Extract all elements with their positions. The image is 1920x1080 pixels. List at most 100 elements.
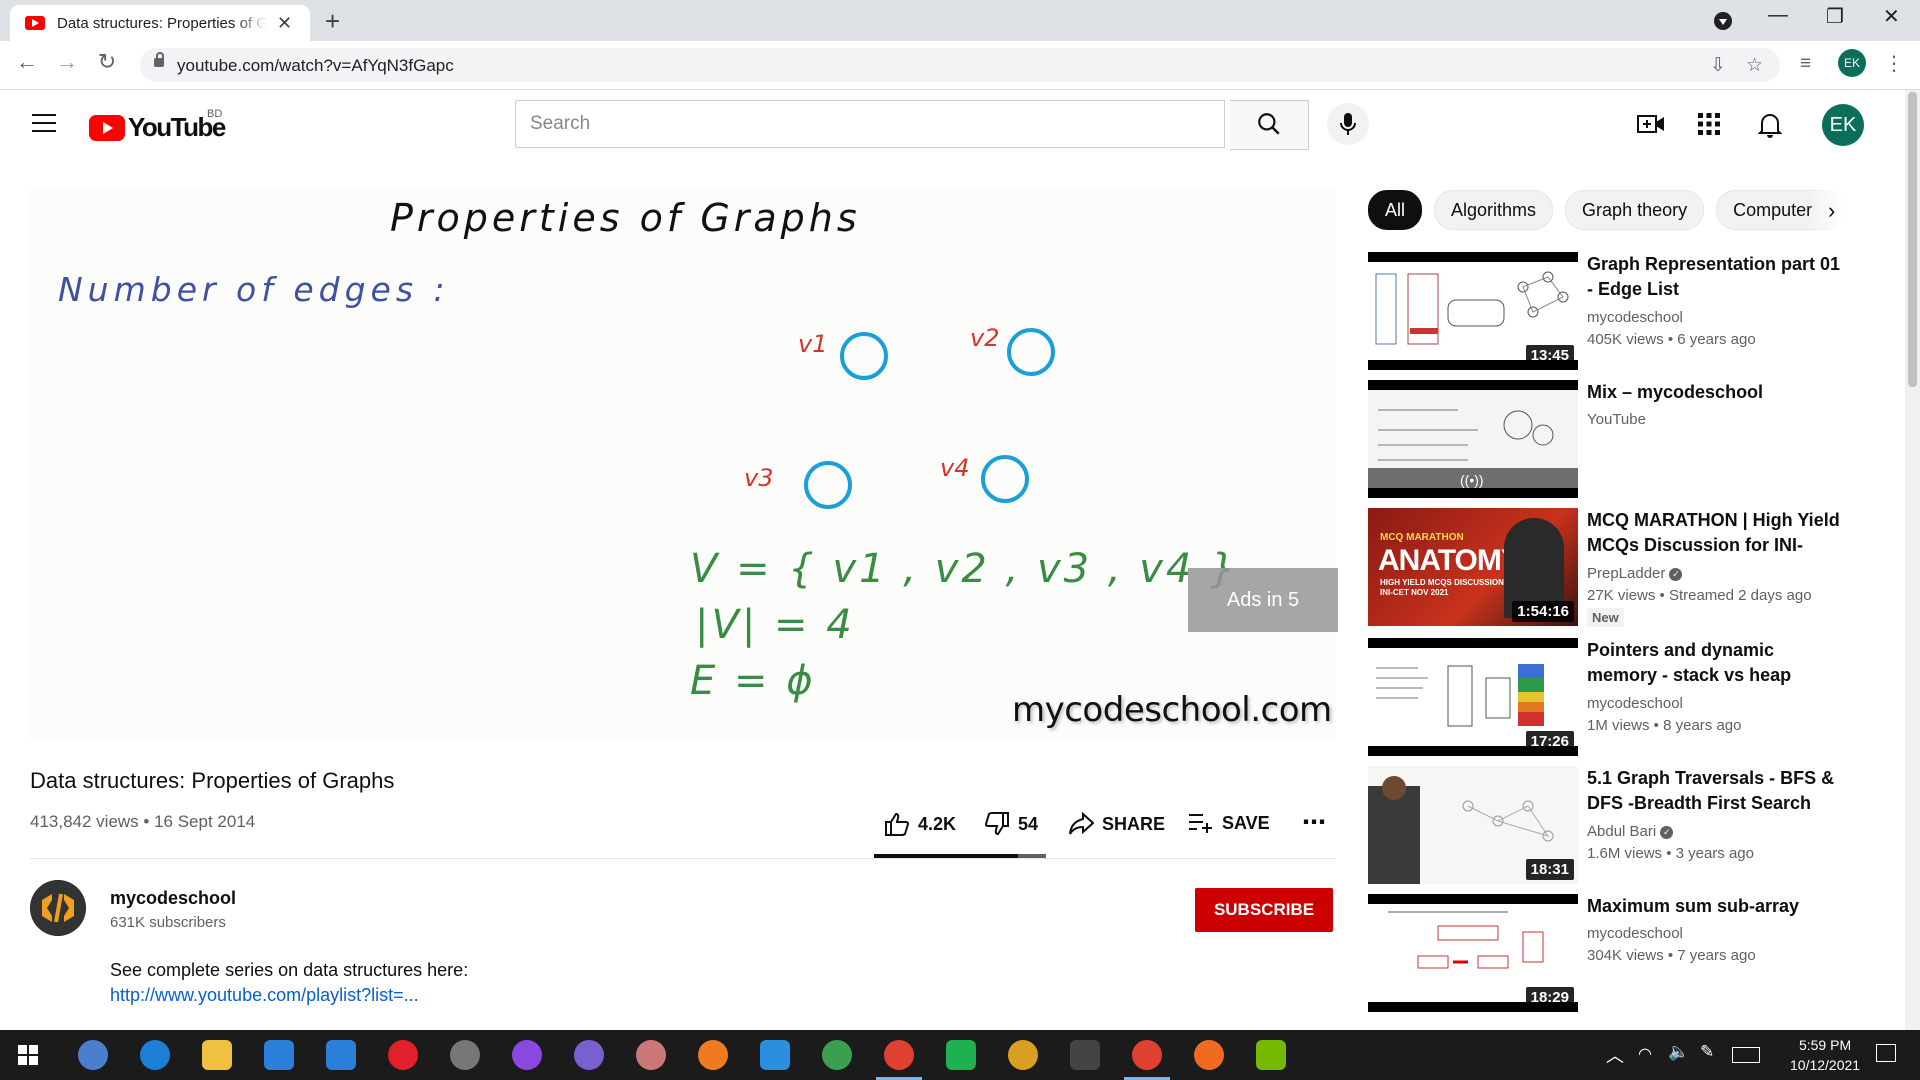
microsoft-store-icon[interactable] — [264, 1040, 294, 1070]
terminal-icon[interactable] — [1070, 1040, 1100, 1070]
chrome-profile-icon[interactable] — [1008, 1040, 1038, 1070]
recommendation-channel[interactable]: mycodeschool — [1587, 695, 1683, 712]
apps-grid-icon[interactable] — [1697, 112, 1721, 136]
video-thumbnail[interactable]: ((•)) — [1368, 380, 1578, 498]
tab-search-icon[interactable] — [1714, 12, 1732, 30]
recommendation-item[interactable]: ((•)) Mix – mycodeschool YouTube — [1368, 380, 1888, 498]
more-actions-icon[interactable]: ⋯ — [1302, 808, 1326, 837]
video-thumbnail[interactable]: 18:31 — [1368, 766, 1578, 884]
qbittorrent-icon[interactable] — [78, 1040, 108, 1070]
recommendation-title[interactable]: Mix – mycodeschool — [1587, 380, 1849, 405]
keyboard-icon[interactable] — [1732, 1047, 1760, 1063]
restore-icon[interactable]: ❐ — [1826, 4, 1844, 29]
wifi-icon[interactable]: ◠ — [1638, 1044, 1652, 1064]
notification-center-icon[interactable] — [1876, 1044, 1896, 1062]
new-tab-icon[interactable]: + — [325, 6, 340, 37]
tray-chevron-up-icon[interactable]: ︿ — [1606, 1042, 1624, 1068]
chip-computer[interactable]: Computer — [1716, 190, 1847, 230]
search-box[interactable] — [515, 100, 1225, 148]
recommendation-channel[interactable]: mycodeschool — [1587, 309, 1683, 326]
recommendation-item[interactable]: 17:26 Pointers and dynamic memory - stac… — [1368, 638, 1888, 756]
notifications-bell-icon[interactable] — [1758, 112, 1782, 138]
search-button[interactable] — [1230, 100, 1309, 150]
recommendation-channel[interactable]: mycodeschool — [1587, 925, 1683, 942]
recommendation-item[interactable]: 18:29 Maximum sum sub-array mycodeschool… — [1368, 894, 1888, 1012]
mail-icon[interactable] — [326, 1040, 356, 1070]
windows-start-icon[interactable] — [18, 1045, 38, 1065]
tab-close-icon[interactable]: ✕ — [277, 13, 292, 34]
description-playlist-link[interactable]: http://www.youtube.com/playlist?list=... — [110, 985, 419, 1006]
firefox-icon[interactable] — [698, 1040, 728, 1070]
nvidia-icon[interactable] — [1256, 1040, 1286, 1070]
postman-icon[interactable] — [1194, 1040, 1224, 1070]
search-input[interactable] — [516, 101, 1212, 147]
volume-icon[interactable]: 🔈 — [1668, 1042, 1689, 1062]
recommendation-title[interactable]: Pointers and dynamic memory - stack vs h… — [1587, 638, 1849, 688]
voice-search-button[interactable] — [1327, 103, 1369, 145]
system-clock[interactable]: 5:59 PM 10/12/2021 — [1790, 1035, 1860, 1075]
hamburger-menu-icon[interactable] — [32, 114, 56, 138]
vscode-icon[interactable] — [760, 1040, 790, 1070]
recommendation-item[interactable]: 13:45 Graph Representation part 01 - Edg… — [1368, 252, 1888, 370]
install-app-icon[interactable]: ⇩ — [1710, 54, 1726, 77]
save-button[interactable]: SAVE — [1188, 812, 1270, 834]
satellite-app-icon[interactable] — [450, 1040, 480, 1070]
recommendation-meta: 405K views • 6 years ago — [1587, 331, 1756, 348]
recommendation-channel[interactable]: Abdul Bari ✓ — [1587, 823, 1674, 840]
video-thumbnail[interactable]: 17:26 — [1368, 638, 1578, 756]
subscribe-button[interactable]: SUBSCRIBE — [1195, 888, 1333, 932]
video-player[interactable]: Properties of Graphs Number of edges : v… — [30, 188, 1336, 740]
page-scrollbar[interactable] — [1905, 90, 1920, 1030]
dislike-button[interactable]: 54 — [984, 812, 1038, 836]
recommendation-item[interactable]: MCQ MARATHON ANATOMY HIGH YIELD MCQS DIS… — [1368, 508, 1888, 627]
window-close-icon[interactable]: ✕ — [1883, 4, 1900, 29]
share-button[interactable]: SHARE — [1068, 812, 1165, 836]
back-arrow-icon[interactable]: ← — [13, 49, 41, 75]
recommendation-title[interactable]: MCQ MARATHON | High Yield MCQs Discussio… — [1587, 508, 1849, 558]
chip-algorithms[interactable]: Algorithms — [1434, 190, 1554, 230]
url-text[interactable]: youtube.com/watch?v=AfYqN3fGapc — [177, 56, 454, 76]
chrome-icon[interactable] — [884, 1040, 914, 1070]
bookmark-star-icon[interactable]: ☆ — [1746, 54, 1763, 77]
recommendation-title[interactable]: 5.1 Graph Traversals - BFS & DFS -Breadt… — [1587, 766, 1849, 816]
chrome-ek-icon[interactable] — [1132, 1040, 1162, 1070]
recommendation-channel[interactable]: YouTube — [1587, 411, 1646, 428]
browser-menu-icon[interactable]: ⋮ — [1884, 51, 1904, 76]
create-video-icon[interactable] — [1637, 112, 1665, 136]
pycharm-icon[interactable] — [946, 1040, 976, 1070]
video-duration: 18:29 — [1525, 987, 1574, 1008]
opera-icon[interactable] — [388, 1040, 418, 1070]
github-desktop-icon[interactable] — [574, 1040, 604, 1070]
chip-all[interactable]: All — [1368, 190, 1423, 230]
youtube-logo[interactable]: YouTube BD — [89, 108, 226, 143]
video-thumbnail[interactable]: 13:45 — [1368, 252, 1578, 370]
video-thumbnail[interactable]: MCQ MARATHON ANATOMY HIGH YIELD MCQS DIS… — [1368, 508, 1578, 626]
video-thumbnail[interactable]: 18:29 — [1368, 894, 1578, 1012]
chip-graph-theory[interactable]: Graph theory — [1565, 190, 1705, 230]
thumbs-up-icon — [885, 812, 910, 836]
media-control-icon[interactable]: ≡ — [1800, 53, 1811, 75]
reload-icon[interactable]: ↻ — [93, 49, 121, 75]
scrollbar-thumb[interactable] — [1908, 92, 1917, 387]
edge-browser-icon[interactable] — [140, 1040, 170, 1070]
chevron-right-icon[interactable]: › — [1828, 198, 1835, 224]
recommendation-title[interactable]: Graph Representation part 01 - Edge List — [1587, 252, 1849, 302]
pen-icon[interactable]: ✎ — [1700, 1042, 1714, 1062]
channel-name[interactable]: mycodeschool — [110, 888, 236, 909]
file-explorer-icon[interactable] — [202, 1040, 232, 1070]
edge-dev-icon[interactable] — [822, 1040, 852, 1070]
browser-tab[interactable]: Data structures: Properties of Graphs - … — [10, 5, 310, 41]
recommendation-title[interactable]: Maximum sum sub-array — [1587, 894, 1849, 919]
forward-arrow-icon[interactable]: → — [53, 49, 81, 75]
address-bar[interactable]: youtube.com/watch?v=AfYqN3fGapc ⇩ ☆ — [140, 48, 1780, 82]
recommendation-channel[interactable]: PrepLadder ✓ — [1587, 565, 1683, 582]
minimize-icon[interactable]: — — [1768, 4, 1788, 27]
paint-icon[interactable] — [636, 1040, 666, 1070]
channel-avatar[interactable] — [30, 880, 86, 936]
browser-tab-strip: Data structures: Properties of Graphs - … — [0, 0, 1920, 41]
like-button[interactable]: 4.2K — [884, 812, 956, 836]
browser-profile-avatar[interactable]: EK — [1838, 49, 1866, 77]
messenger-icon[interactable] — [512, 1040, 542, 1070]
recommendation-item[interactable]: 18:31 5.1 Graph Traversals - BFS & DFS -… — [1368, 766, 1888, 884]
user-avatar[interactable]: EK — [1822, 104, 1864, 146]
